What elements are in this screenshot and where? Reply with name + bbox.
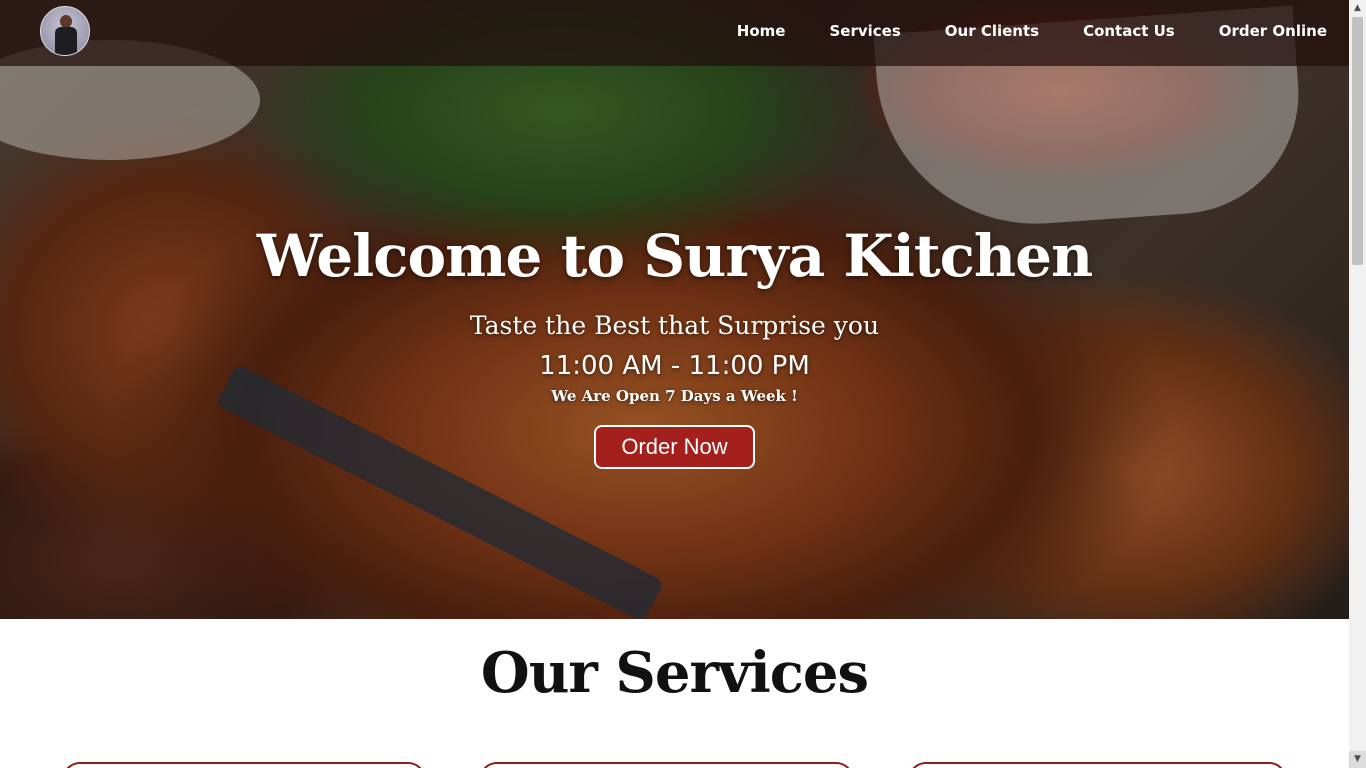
nav-link-order-online[interactable]: Order Online <box>1219 20 1327 44</box>
nav-link-home[interactable]: Home <box>737 20 786 44</box>
hero-open-days: We Are Open 7 Days a Week ! <box>551 387 798 405</box>
scroll-down-arrow-icon[interactable]: ▼ <box>1349 751 1366 768</box>
nav-link-services[interactable]: Services <box>829 20 900 44</box>
services-heading: Our Services <box>480 640 869 706</box>
hero-overlay <box>0 0 1349 619</box>
service-card[interactable] <box>62 762 426 768</box>
nav-link-our-clients[interactable]: Our Clients <box>945 20 1039 44</box>
profile-avatar-icon[interactable] <box>40 6 90 56</box>
service-card[interactable] <box>479 762 854 768</box>
navbar: Home Services Our Clients Contact Us Ord… <box>0 0 1349 66</box>
hero-title: Welcome to Surya Kitchen <box>256 222 1093 290</box>
scroll-thumb[interactable] <box>1352 17 1363 265</box>
hero-banner: Welcome to Surya Kitchen Taste the Best … <box>0 0 1349 619</box>
nav-link-contact-us[interactable]: Contact Us <box>1083 20 1175 44</box>
nav-links: Home Services Our Clients Contact Us Ord… <box>693 20 1327 44</box>
service-card[interactable] <box>908 762 1287 768</box>
hero-hours: 11:00 AM - 11:00 PM <box>539 351 810 381</box>
page-scrollbar[interactable]: ▲ ▼ <box>1349 0 1366 768</box>
scroll-up-arrow-icon[interactable]: ▲ <box>1349 0 1366 17</box>
hero-tagline: Taste the Best that Surprise you <box>469 311 880 340</box>
order-now-button[interactable]: Order Now <box>594 425 755 469</box>
avatar-body <box>55 27 77 55</box>
